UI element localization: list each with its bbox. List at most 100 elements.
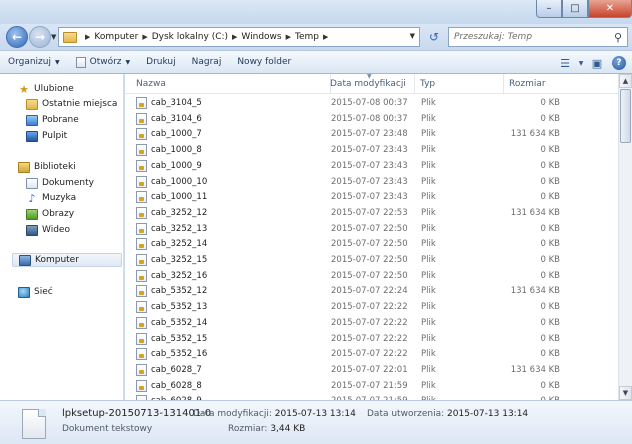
- recent-places-icon: [26, 98, 38, 110]
- file-row[interactable]: cab_5352_14 2015-07-07 22:22 Plik 0 KB: [125, 315, 618, 331]
- recent-pages-dropdown[interactable]: ▼: [51, 33, 56, 41]
- file-row[interactable]: cab_3252_12 2015-07-07 22:53 Plik 131 634 K…: [125, 205, 618, 221]
- address-row: ← → ▼ ▶ Komputer ▶ Dysk lokalny (C:) ▶ W…: [0, 24, 632, 50]
- file-icon: [136, 159, 147, 172]
- open-label: Otwórz: [89, 57, 122, 67]
- file-name: cab_1000_7: [151, 129, 202, 140]
- file-name: cab_6028_8: [151, 380, 202, 391]
- nav-recent-places[interactable]: Ostatnie miejsca: [26, 97, 117, 111]
- file-row[interactable]: cab_6028_92015-07-07 21:59Plik0 KB: [125, 393, 618, 400]
- file-row[interactable]: cab_3252_16 2015-07-07 22:50 Plik 0 KB: [125, 268, 618, 284]
- chevron-right-icon[interactable]: ▶: [323, 33, 328, 41]
- close-button[interactable]: ✕: [588, 0, 632, 18]
- file-row[interactable]: cab_6028_8 2015-07-07 21:59 Plik 0 KB: [125, 378, 618, 394]
- file-row[interactable]: cab_3252_15 2015-07-07 22:50 Plik 0 KB: [125, 252, 618, 268]
- file-icon: [136, 285, 147, 298]
- file-row[interactable]: cab_3104_5 2015-07-08 00:37 Plik 0 KB: [125, 95, 618, 111]
- nav-network[interactable]: Sieć: [18, 285, 53, 299]
- file-name-cell: cab_5352_14: [136, 316, 207, 329]
- breadcrumb-temp[interactable]: Temp: [295, 32, 319, 42]
- scroll-thumb[interactable]: [620, 89, 631, 143]
- text-file-icon: [22, 409, 46, 439]
- nav-documents[interactable]: Dokumenty: [26, 176, 94, 190]
- breadcrumb-drive[interactable]: Dysk lokalny (C:): [152, 32, 228, 42]
- open-button[interactable]: Otwórz ▼: [68, 52, 139, 72]
- file-name-cell: cab_5352_16: [136, 348, 207, 361]
- nav-computer[interactable]: Komputer: [12, 253, 122, 267]
- print-button[interactable]: Drukuj: [138, 52, 183, 72]
- scroll-up-button[interactable]: ▲: [619, 74, 632, 88]
- file-row[interactable]: cab_6028_7 2015-07-07 22:01 Plik 131 634 KB: [125, 362, 618, 378]
- burn-button[interactable]: Nagraj: [184, 52, 230, 72]
- file-row[interactable]: cab_5352_12 2015-07-07 22:24 Plik 131 634 K…: [125, 283, 618, 299]
- file-type: Plik: [421, 98, 436, 108]
- organize-button[interactable]: Organizuj ▼: [0, 52, 68, 72]
- file-icon: [136, 269, 147, 282]
- address-bar[interactable]: ▶ Komputer ▶ Dysk lokalny (C:) ▶ Windows…: [58, 27, 420, 47]
- address-history-dropdown[interactable]: ▼: [410, 32, 415, 40]
- file-size: 0 KB: [540, 302, 560, 313]
- file-row[interactable]: cab_3104_6 2015-07-08 00:37 Plik 0 KB: [125, 111, 618, 127]
- file-size: 0 KB: [540, 192, 560, 203]
- maximize-button[interactable]: □: [562, 0, 588, 18]
- preview-pane-button[interactable]: ▣: [586, 53, 608, 73]
- file-row[interactable]: cab_1000_10 2015-07-07 23:43 Plik 0 KB: [125, 174, 618, 190]
- nav-desktop[interactable]: Pulpit: [26, 129, 67, 143]
- file-row[interactable]: cab_1000_7 2015-07-07 23:48 Plik 131 634 KB: [125, 126, 618, 142]
- file-size: 0 KB: [540, 160, 560, 171]
- help-button[interactable]: ?: [612, 56, 626, 70]
- nav-pictures[interactable]: Obrazy: [26, 207, 74, 221]
- column-header-name[interactable]: Nazwa: [131, 74, 331, 94]
- file-row[interactable]: cab_3252_14 2015-07-07 22:50 Plik 0 KB: [125, 236, 618, 252]
- file-row[interactable]: cab_5352_13 2015-07-07 22:22 Plik 0 KB: [125, 299, 618, 315]
- minimize-button[interactable]: –: [536, 0, 562, 18]
- nav-favorites[interactable]: ★ Ulubione: [18, 82, 74, 96]
- file-date: 2015-07-07 22:22: [331, 333, 408, 344]
- details-filename: lpksetup-20150713-131401-0: [62, 408, 212, 419]
- file-row[interactable]: cab_1000_11 2015-07-07 23:43 Plik 0 KB: [125, 189, 618, 205]
- file-name-cell: cab_1000_10: [136, 175, 207, 188]
- file-row[interactable]: cab_5352_15 2015-07-07 22:22 Plik 0 KB: [125, 331, 618, 347]
- file-row[interactable]: cab_3252_13 2015-07-07 22:50 Plik 0 KB: [125, 221, 618, 237]
- file-icon: [136, 191, 147, 204]
- view-options-button[interactable]: ☰: [554, 53, 576, 73]
- nav-music[interactable]: ♪ Muzyka: [26, 191, 76, 205]
- column-header-type[interactable]: Typ: [415, 74, 504, 94]
- file-size: 131 634 KB: [510, 207, 560, 218]
- new-folder-button[interactable]: Nowy folder: [229, 52, 299, 72]
- file-type: Plik: [421, 255, 436, 265]
- search-icon[interactable]: ⚲: [614, 31, 622, 44]
- file-size: 0 KB: [540, 380, 560, 391]
- file-icon: [136, 128, 147, 141]
- breadcrumb-windows[interactable]: Windows: [241, 32, 281, 42]
- file-name: cab_1000_8: [151, 145, 202, 156]
- file-type: Plik: [421, 286, 436, 297]
- chevron-right-icon[interactable]: ▶: [232, 33, 237, 41]
- back-button[interactable]: ←: [6, 26, 28, 48]
- file-row[interactable]: cab_1000_9 2015-07-07 23:43 Plik 0 KB: [125, 158, 618, 174]
- file-date: 2015-07-08 00:37: [331, 113, 408, 124]
- chevron-right-icon[interactable]: ▶: [85, 33, 90, 41]
- refresh-button[interactable]: ↺: [424, 27, 444, 47]
- nav-downloads[interactable]: Pobrane: [26, 113, 79, 127]
- breadcrumb-computer[interactable]: Komputer: [94, 32, 138, 42]
- chevron-right-icon[interactable]: ▶: [286, 33, 291, 41]
- search-input[interactable]: [454, 32, 604, 42]
- chevron-right-icon[interactable]: ▶: [142, 33, 147, 41]
- view-dropdown-button[interactable]: ▼: [576, 53, 586, 73]
- file-row[interactable]: cab_1000_8 2015-07-07 23:43 Plik 0 KB: [125, 142, 618, 158]
- file-icon: [136, 222, 147, 235]
- forward-button[interactable]: →: [29, 26, 51, 48]
- column-header-size[interactable]: Rozmiar: [504, 74, 618, 94]
- file-name: cab_6028_7: [151, 364, 202, 375]
- pictures-icon: [26, 208, 38, 220]
- nav-videos[interactable]: Wideo: [26, 223, 70, 237]
- vertical-scrollbar[interactable]: ▲ ▼: [618, 74, 632, 400]
- file-name-cell: cab_6028_8: [136, 379, 202, 392]
- nav-libraries[interactable]: Biblioteki: [18, 160, 76, 174]
- file-size: 0 KB: [540, 223, 560, 234]
- chevron-down-icon: ▼: [125, 58, 131, 66]
- file-row[interactable]: cab_5352_16 2015-07-07 22:22 Plik 0 KB: [125, 346, 618, 362]
- file-name-cell: cab_1000_8: [136, 144, 202, 157]
- scroll-down-button[interactable]: ▼: [619, 386, 632, 400]
